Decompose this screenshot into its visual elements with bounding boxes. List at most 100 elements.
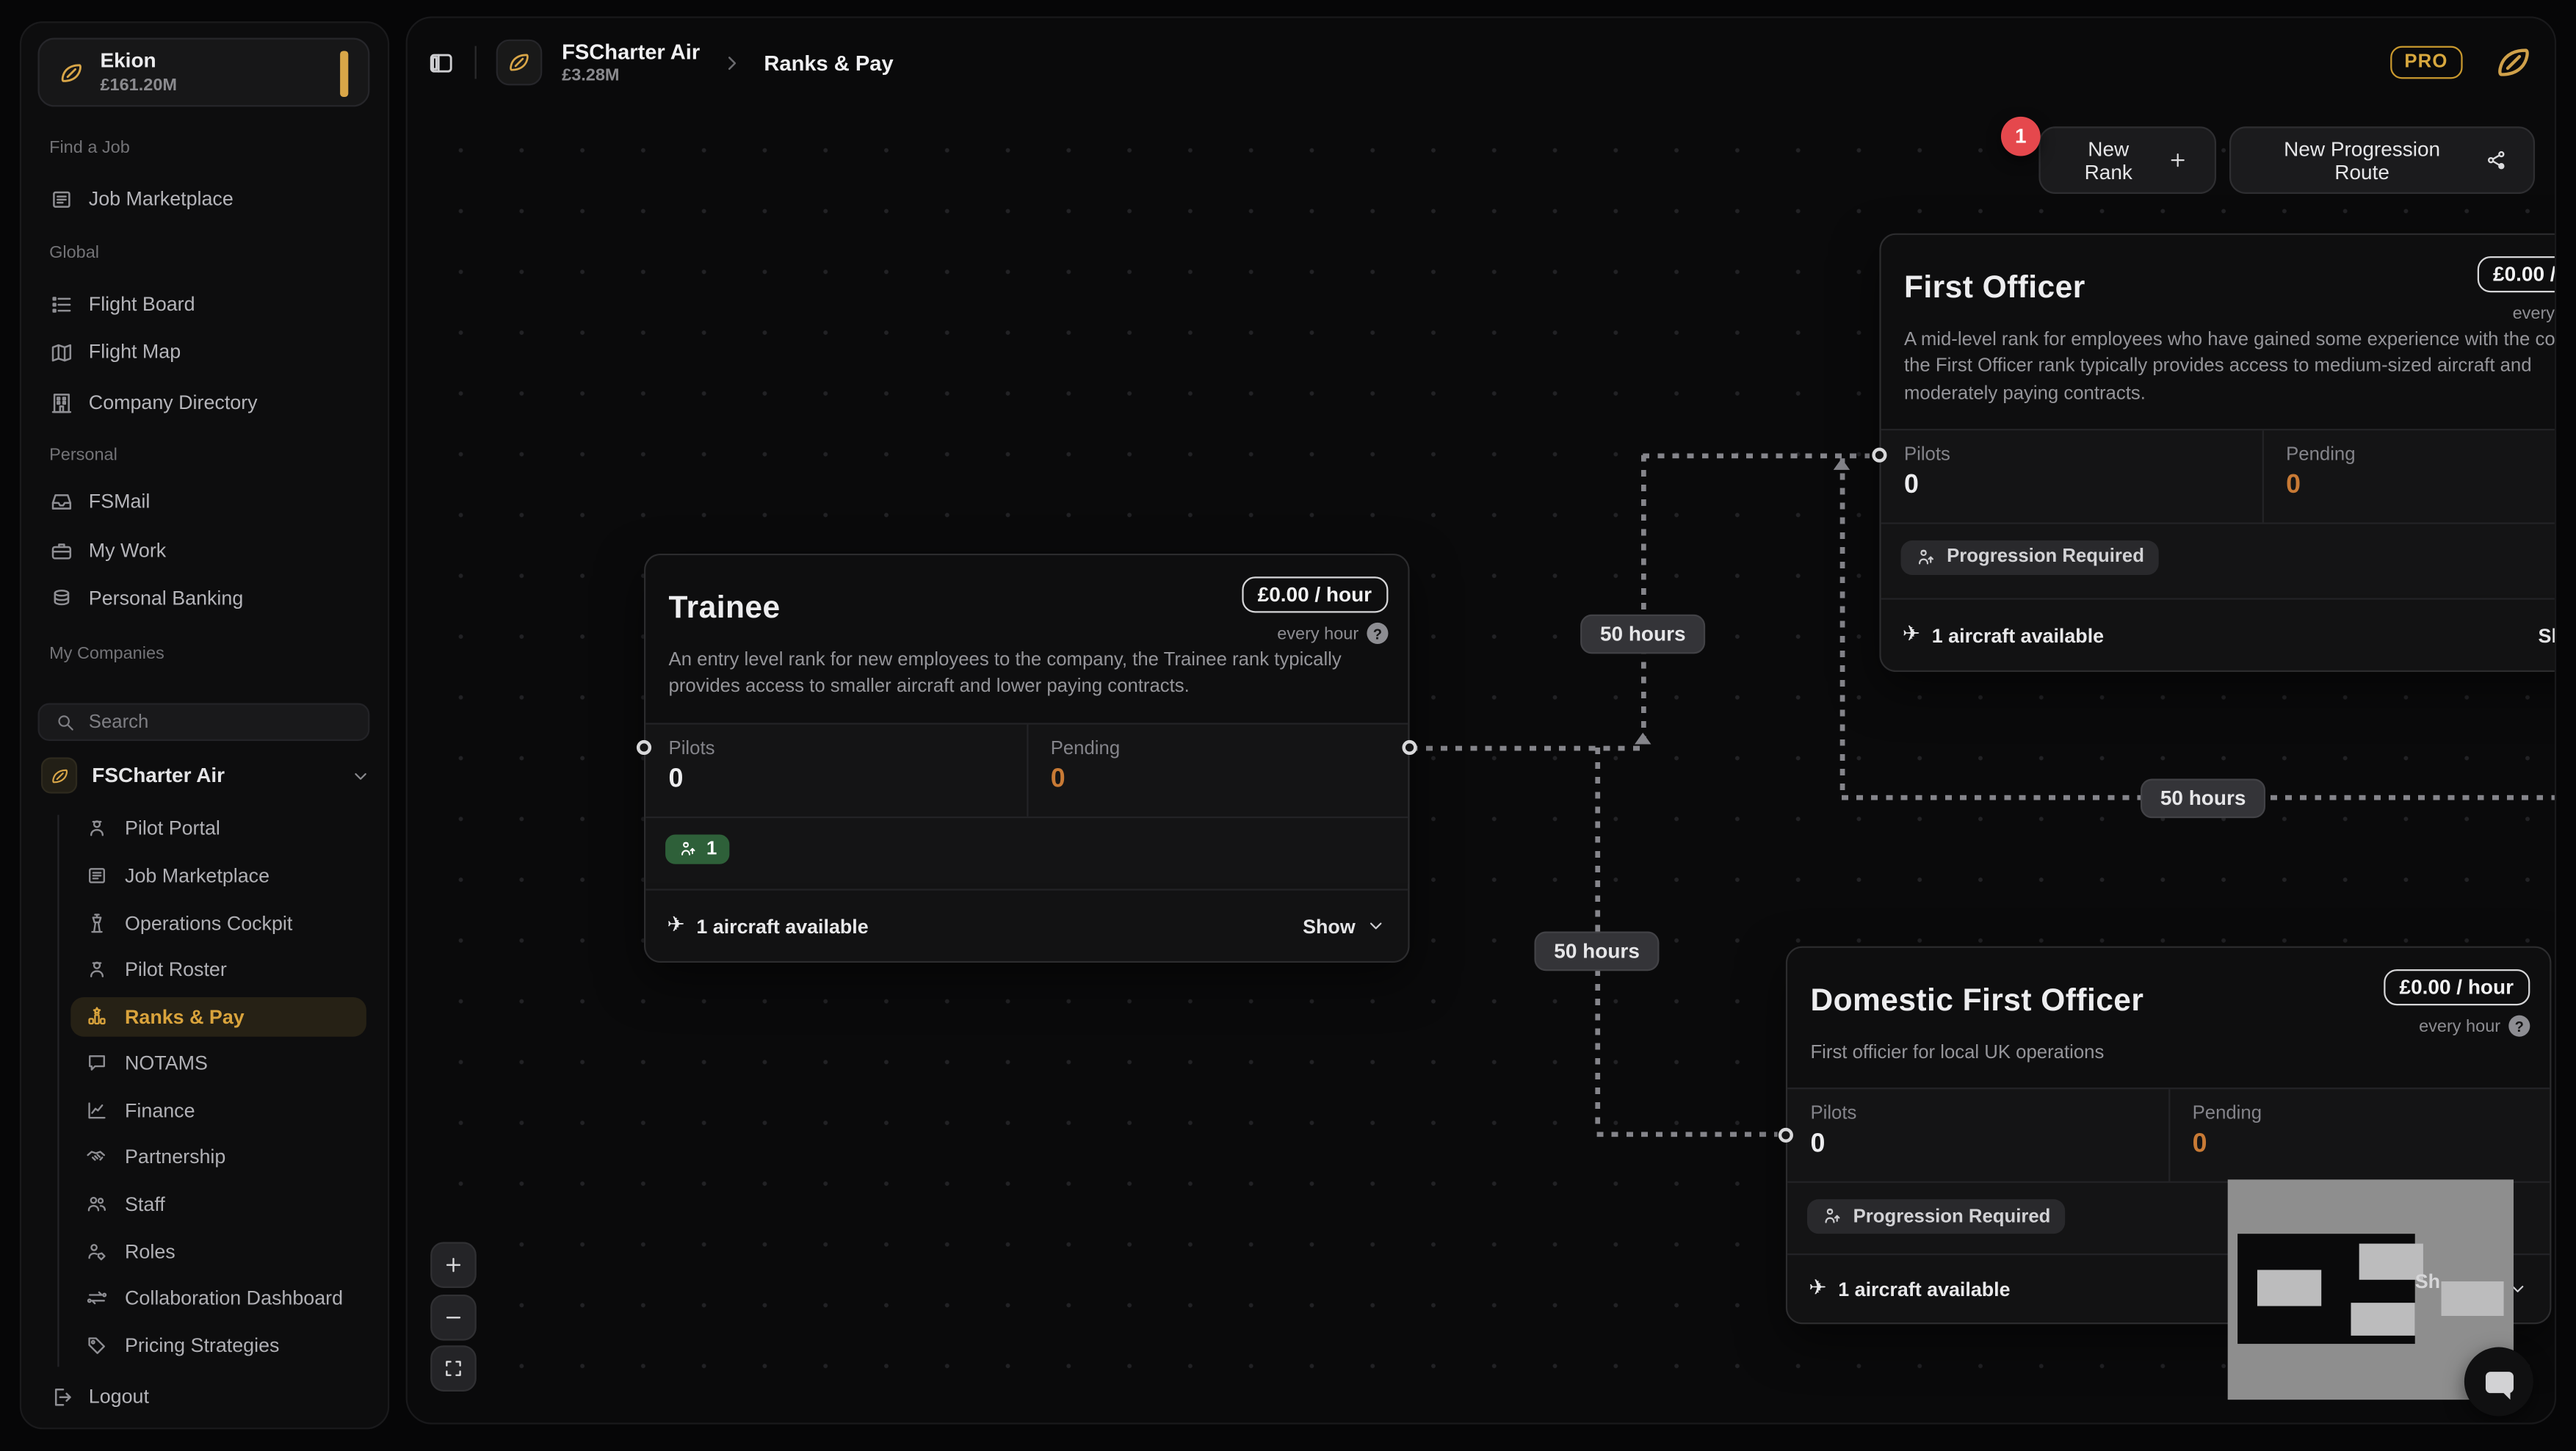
fit-view-button[interactable] — [430, 1345, 477, 1392]
share-plus-icon — [2483, 148, 2507, 173]
user-tag-icon — [85, 1240, 108, 1263]
aircraft-available-text: 1 aircraft available — [1931, 623, 2105, 647]
pending-value: 0 — [2192, 1130, 2207, 1159]
plane-icon: ✈ — [1902, 622, 1921, 648]
profile-accent-bar — [340, 51, 349, 97]
connector-trainee-left[interactable] — [636, 739, 652, 756]
inbox-icon — [49, 489, 74, 514]
users-icon — [85, 1193, 108, 1215]
pilot-count-badge[interactable]: 1 — [665, 833, 731, 864]
subnav-finance[interactable]: Finance — [85, 1091, 371, 1131]
chevron-right-icon — [720, 50, 745, 75]
page-title: Ranks & Pay — [764, 50, 894, 75]
connector-domestic-left[interactable] — [1778, 1127, 1793, 1143]
subnav-notams[interactable]: NOTAMS — [85, 1043, 371, 1083]
subnav-ranks-and-pay[interactable]: Ranks & Pay — [85, 997, 371, 1037]
subnav-partnership[interactable]: Partnership — [85, 1137, 371, 1176]
redacted-block — [2257, 1270, 2322, 1306]
chevron-down-icon[interactable] — [350, 764, 372, 786]
rate-pill: £0.00 / hour — [2476, 256, 2555, 293]
connector-trainee-right[interactable] — [1402, 739, 1417, 756]
logout-icon — [49, 1384, 74, 1409]
company-leaf-icon — [57, 58, 85, 86]
edge-label-50-hours[interactable]: 50 hours — [1534, 931, 1660, 971]
zoom-out-button[interactable] — [430, 1294, 477, 1341]
building-icon — [49, 390, 74, 415]
breadcrumb-company-logo[interactable] — [496, 39, 543, 86]
search-input[interactable] — [88, 712, 354, 732]
sidebar-item-flight-board[interactable]: Flight Board — [49, 284, 375, 324]
pending-value: 0 — [2286, 471, 2301, 500]
sidebar-item-personal-banking[interactable]: Personal Banking — [49, 579, 375, 618]
leaf-icon — [506, 49, 532, 76]
handshake-icon — [85, 1145, 108, 1168]
sidebar-toggle-icon[interactable] — [427, 48, 455, 76]
edge-arrow-up — [1833, 458, 1850, 470]
show-aircraft-toggle[interactable]: Show — [1303, 914, 1386, 937]
plus-icon — [2166, 148, 2188, 173]
plane-icon: ✈ — [1809, 1276, 1827, 1302]
breadcrumb-company[interactable]: FSCharter Air £3.28M — [562, 40, 700, 85]
edge-trainee-to-first-officer-vertical — [1641, 455, 1646, 748]
chat-bubble-icon — [2484, 1370, 2513, 1400]
rank-card-trainee[interactable]: Trainee £0.00 / hour every hour ? An ent… — [643, 553, 1410, 963]
pending-label: Pending — [2286, 445, 2356, 466]
subnav-job-marketplace[interactable]: Job Marketplace — [85, 856, 371, 896]
subnav-pilot-portal[interactable]: Pilot Portal — [85, 808, 371, 848]
pilots-value: 0 — [1903, 471, 1919, 500]
edge-to-first-officer-horizontal — [1643, 453, 1870, 459]
new-progression-route-button[interactable]: New Progression Route — [2229, 126, 2536, 194]
pilots-label: Pilots — [668, 738, 715, 759]
logout-button[interactable]: Logout — [49, 1377, 375, 1416]
expand-icon — [442, 1357, 465, 1380]
connector-first-officer-left[interactable] — [1872, 447, 1887, 463]
subnav-pilot-roster[interactable]: Pilot Roster — [85, 949, 371, 989]
sidebar-item-job-marketplace[interactable]: Job Marketplace — [49, 179, 375, 219]
sidebar-item-company-directory[interactable]: Company Directory — [49, 383, 375, 422]
show-aircraft-toggle[interactable]: Show — [2539, 623, 2555, 646]
chat-launcher-button[interactable] — [2464, 1347, 2533, 1416]
pilot-icon — [85, 817, 108, 839]
pilots-value: 0 — [668, 764, 684, 793]
header-divider — [474, 46, 477, 79]
subnav-roles[interactable]: Roles — [85, 1232, 371, 1272]
subnav-operations-cockpit[interactable]: Operations Cockpit — [85, 903, 371, 943]
main-panel: FSCharter Air £3.28M Ranks & Pay PRO 1 N… — [405, 16, 2557, 1425]
edge-label-50-hours[interactable]: 50 hours — [1580, 614, 1706, 654]
help-icon[interactable]: ? — [2508, 1015, 2530, 1037]
sidebar-search — [37, 703, 370, 741]
help-icon[interactable]: ? — [1367, 622, 1389, 644]
zoom-in-button[interactable] — [430, 1242, 477, 1288]
rank-graph-canvas[interactable]: 1 New Rank New Progression Route 50 hour… — [407, 106, 2555, 1423]
plane-icon: ✈ — [667, 913, 685, 938]
subnav-collaboration-dashboard[interactable]: Collaboration Dashboard — [85, 1278, 371, 1318]
leaf-icon — [48, 764, 70, 786]
swap-arrows-icon — [85, 1287, 108, 1309]
pro-badge[interactable]: PRO — [2389, 46, 2463, 79]
sidebar-item-flight-map[interactable]: Flight Map — [49, 332, 375, 372]
rank-card-first-officer[interactable]: First Officer £0.00 / hour every hour ? … — [1879, 233, 2555, 673]
new-rank-button[interactable]: New Rank — [2038, 126, 2217, 194]
notification-badge: 1 — [2000, 116, 2041, 156]
profile-name: Ekion — [100, 49, 156, 73]
edge-label-50-hours[interactable]: 50 hours — [2141, 778, 2266, 819]
list-icon — [49, 292, 74, 316]
subnav-pricing-strategies[interactable]: Pricing Strategies — [85, 1325, 371, 1365]
profile-card[interactable]: Ekion £161.20M — [37, 37, 370, 107]
newspaper-icon — [49, 187, 74, 211]
pilot-icon — [679, 839, 698, 858]
rank-title: First Officer — [1903, 271, 2085, 306]
sidebar-item-my-work[interactable]: My Work — [49, 531, 375, 571]
search-icon — [54, 712, 76, 733]
show-label-fragment: Sh — [2414, 1270, 2441, 1293]
rank-description: An entry level rank for new employees to… — [645, 631, 1408, 723]
app-root: Ekion £161.20M Find a Job Job Marketplac… — [0, 0, 2576, 1451]
company-nav-fscharter-air[interactable]: FSCharter Air — [40, 754, 372, 797]
subnav-staff[interactable]: Staff — [85, 1184, 371, 1224]
pending-label: Pending — [2192, 1104, 2262, 1125]
redacted-block — [2359, 1243, 2423, 1280]
edge-trainee-horizontal — [1411, 745, 1643, 751]
redacted-block — [2441, 1281, 2504, 1317]
price-tag-icon — [85, 1334, 108, 1357]
sidebar-item-fsmail[interactable]: FSMail — [49, 482, 375, 521]
